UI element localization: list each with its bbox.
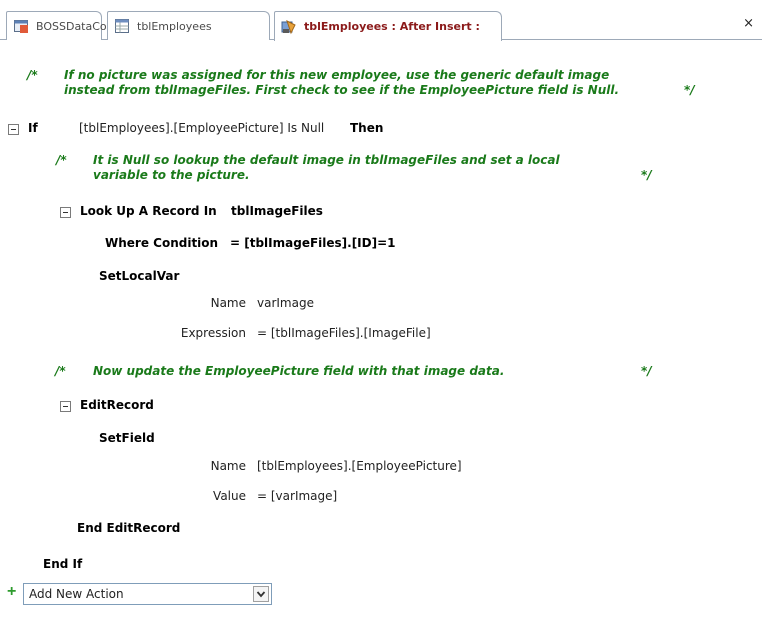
comment-line[interactable]: instead from tblImageFiles. First check …: [64, 83, 619, 97]
if-keyword: If: [28, 121, 38, 135]
table-icon: [114, 18, 130, 34]
expression-argument-label: Expression: [180, 326, 246, 340]
then-keyword: Then: [350, 121, 384, 135]
collapse-lookup-toggle-icon[interactable]: [60, 207, 71, 218]
setlocalvar-action-label[interactable]: SetLocalVar: [99, 269, 179, 283]
add-new-action-select[interactable]: Add New Action: [23, 583, 272, 605]
name-argument-value[interactable]: [tblEmployees].[EmployeePicture]: [257, 459, 462, 473]
add-new-action-label: Add New Action: [29, 587, 124, 601]
where-condition-label: Where Condition: [105, 236, 219, 250]
database-icon: [13, 18, 29, 34]
if-condition[interactable]: [tblEmployees].[EmployeePicture] Is Null: [79, 121, 324, 135]
comment-close: */: [641, 364, 652, 378]
editrecord-action-label: EditRecord: [80, 398, 154, 412]
value-argument-value[interactable]: = [varImage]: [257, 489, 337, 503]
value-argument-label: Value: [213, 489, 246, 503]
lookup-table[interactable]: tblImageFiles: [231, 204, 323, 218]
expression-argument-value[interactable]: = [tblImageFiles].[ImageFile]: [257, 326, 431, 340]
comment-open: /*: [56, 153, 67, 167]
comment-open: /*: [55, 364, 66, 378]
collapse-if-toggle-icon[interactable]: [8, 124, 19, 135]
document-tab-bar: BOSSDataCopy tblEmployees tblEmployees :…: [0, 0, 762, 41]
comment-line[interactable]: variable to the picture.: [93, 168, 250, 182]
close-icon[interactable]: ×: [743, 17, 754, 30]
comment-open: /*: [27, 68, 38, 82]
tab-label: tblEmployees: [137, 19, 212, 33]
comment-close: */: [641, 168, 652, 182]
name-argument-label: Name: [210, 459, 246, 473]
setfield-action-label[interactable]: SetField: [99, 431, 155, 445]
name-argument-value[interactable]: varImage: [257, 296, 314, 310]
comment-line[interactable]: It is Null so lookup the default image i…: [93, 153, 560, 167]
comment-close: */: [684, 83, 695, 97]
chevron-down-icon[interactable]: [253, 586, 269, 602]
comment-line[interactable]: Now update the EmployeePicture field wit…: [93, 364, 504, 378]
macro-icon: [281, 19, 297, 35]
tab-label: tblEmployees : After Insert :: [304, 20, 480, 33]
lookup-action-label: Look Up A Record In: [80, 204, 217, 218]
tab-bossdatacopy[interactable]: BOSSDataCopy: [6, 11, 120, 40]
tab-tblemployees[interactable]: tblEmployees: [107, 11, 270, 40]
tab-after-insert-macro[interactable]: tblEmployees : After Insert :: [274, 11, 502, 41]
name-argument-label: Name: [210, 296, 246, 310]
comment-line[interactable]: If no picture was assigned for this new …: [64, 68, 609, 82]
end-editrecord-label: End EditRecord: [77, 521, 181, 535]
collapse-editrecord-toggle-icon[interactable]: [60, 401, 71, 412]
add-plus-icon: +: [7, 583, 17, 600]
where-condition-value[interactable]: = [tblImageFiles].[ID]=1: [230, 236, 396, 250]
end-if-label: End If: [43, 557, 83, 571]
